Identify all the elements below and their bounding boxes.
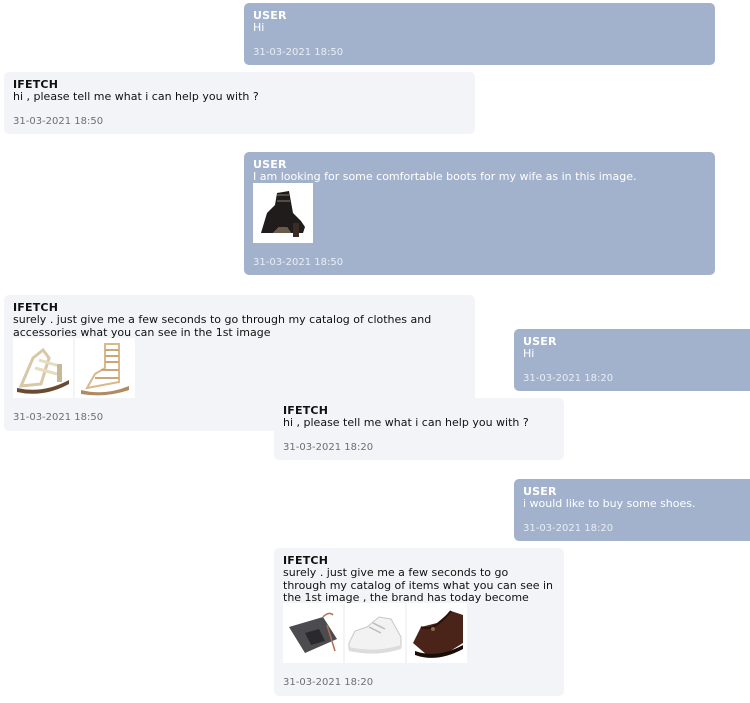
- message-text: Hi: [253, 21, 265, 34]
- tan-gladiator-sandal-image[interactable]: [75, 338, 135, 398]
- message-text-line-1: surely . just give me a few seconds to g…: [13, 313, 432, 326]
- message-bot-3: IFETCH hi , please tell me what i can he…: [274, 398, 564, 460]
- beige-strappy-sandal-image[interactable]: [13, 338, 73, 398]
- white-sneaker-image[interactable]: [345, 603, 405, 663]
- timestamp: 31-03-2021 18:20: [523, 523, 614, 534]
- message-user-3: USER Hi 31-03-2021 18:20: [514, 329, 750, 391]
- timestamp: 31-03-2021 18:20: [283, 677, 374, 688]
- timestamp: 31-03-2021 18:20: [283, 442, 374, 453]
- timestamp: 31-03-2021 18:20: [523, 373, 614, 384]
- message-text: hi , please tell me what i can help you …: [13, 90, 259, 103]
- message-text: I am looking for some comfortable boots …: [253, 170, 637, 183]
- timestamp: 31-03-2021 18:50: [13, 116, 104, 127]
- message-text: i would like to buy some shoes.: [523, 497, 696, 510]
- timestamp: 31-03-2021 18:50: [13, 412, 104, 423]
- shoe-bag-image[interactable]: [283, 603, 343, 663]
- message-text-line-1: surely . just give me a few seconds to g…: [283, 566, 509, 579]
- message-bot-4: IFETCH surely . just give me a few secon…: [274, 548, 564, 696]
- message-user-2: USER I am looking for some comfortable b…: [244, 152, 715, 275]
- message-user-4: USER i would like to buy some shoes. 31-…: [514, 479, 750, 541]
- message-bot-1: IFETCH hi , please tell me what i can he…: [4, 72, 475, 134]
- message-text: hi , please tell me what i can help you …: [283, 416, 529, 429]
- message-user-1: USER Hi 31-03-2021 18:50: [244, 3, 715, 65]
- message-text: Hi: [523, 347, 535, 360]
- timestamp: 31-03-2021 18:50: [253, 257, 344, 268]
- black-heeled-sandal-image[interactable]: [253, 183, 313, 243]
- timestamp: 31-03-2021 18:50: [253, 47, 344, 58]
- brown-mary-jane-shoe-image[interactable]: [407, 603, 467, 663]
- sender-label: USER: [523, 335, 557, 348]
- sender-label: USER: [253, 9, 287, 22]
